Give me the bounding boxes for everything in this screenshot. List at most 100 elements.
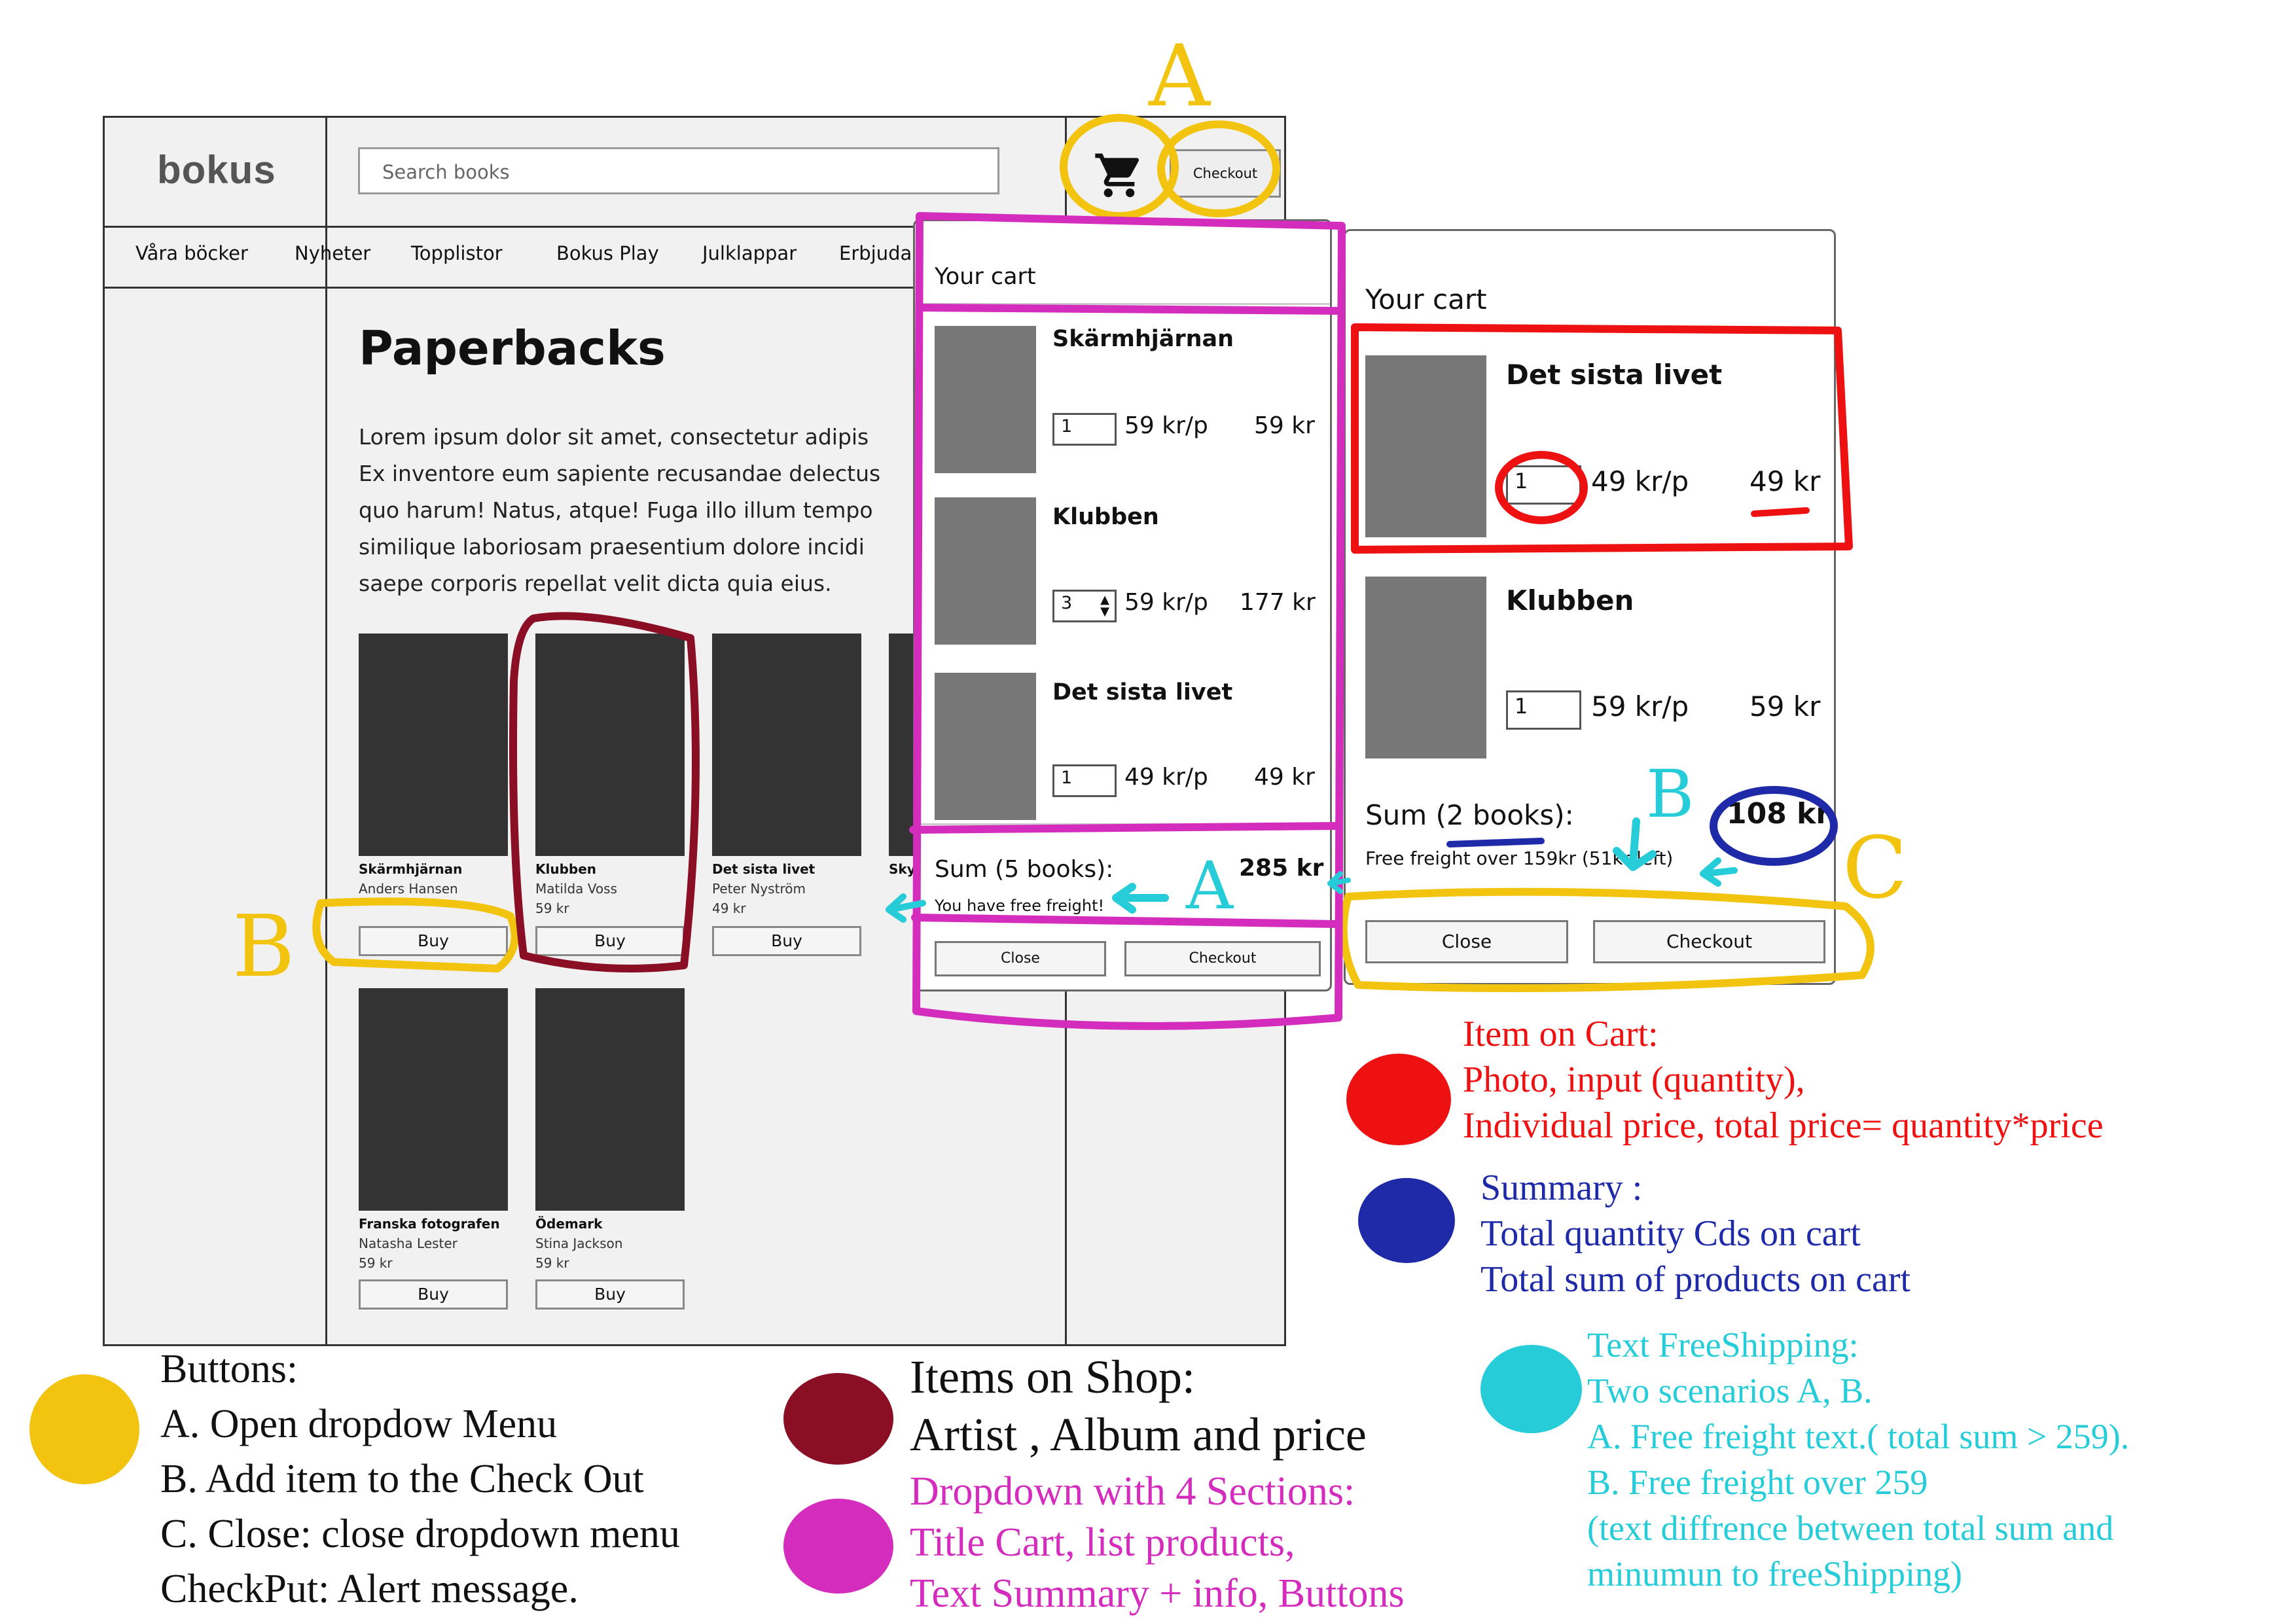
product-price: 59 kr	[535, 1255, 569, 1271]
buy-button[interactable]: Buy	[712, 926, 861, 956]
product-author: Peter Nyström	[712, 881, 806, 897]
free-freight-text: You have free freight!	[935, 897, 1105, 915]
checkout-button[interactable]: Checkout	[1124, 941, 1321, 976]
cart-item-unit-price: 49 kr/p	[1591, 465, 1689, 497]
product-title[interactable]: Det sista livet	[712, 861, 861, 877]
close-button[interactable]: Close	[935, 941, 1106, 976]
nav-item-bokus-play[interactable]: Bokus Play	[556, 242, 659, 264]
legend-dot-magenta	[783, 1499, 893, 1594]
cart-item-name: Det sista livet	[1506, 359, 1723, 391]
cart-item-name: Klubben	[1052, 504, 1159, 530]
book-cover-image[interactable]	[359, 988, 508, 1211]
shopping-cart-icon	[1095, 153, 1139, 198]
annotation-letter-c: C	[1842, 818, 1908, 918]
buy-button[interactable]: Buy	[535, 926, 685, 956]
annotation-letter-a-cart: A	[1186, 847, 1234, 924]
cart-title: Your cart	[935, 264, 1036, 290]
close-button[interactable]: Close	[1365, 920, 1568, 963]
book-cover-image[interactable]	[535, 988, 685, 1211]
annotation-letter-b-cart: B	[1646, 756, 1695, 832]
nav-item-nyheter[interactable]: Nyheter	[295, 242, 370, 264]
legend-dot-yellow	[29, 1374, 139, 1484]
cart-item-name: Klubben	[1506, 584, 1634, 616]
book-cover-image[interactable]	[535, 633, 685, 856]
buy-button[interactable]: Buy	[359, 1279, 508, 1310]
product-author: Anders Hansen	[359, 881, 458, 897]
product-card: Klubben Matilda Voss 59 kr	[535, 633, 685, 916]
cart-item-total: 49 kr	[1749, 465, 1821, 497]
search-input[interactable]: Search books	[358, 147, 999, 194]
product-title[interactable]: Franska fotografen	[359, 1216, 508, 1232]
cart-item-image	[935, 326, 1036, 473]
cart-divider	[915, 823, 1330, 825]
legend-dot-maroon	[783, 1373, 893, 1465]
nav-item-julklappar[interactable]: Julklappar	[702, 242, 797, 264]
annotation-letter-b: B	[232, 897, 295, 996]
cart-dropdown-scenario-b: Your cart Det sista livet 1 49 kr/p 49 k…	[1344, 229, 1836, 985]
legend-dropdown: Dropdown with 4 Sections: Title Cart, li…	[910, 1469, 1405, 1616]
cart-item-quantity-stepper[interactable]: 3 ▲ ▼	[1052, 590, 1117, 622]
product-card: Ödemark Stina Jackson 59 kr	[535, 988, 685, 1271]
cart-sum-value: 285 kr	[1239, 855, 1324, 882]
quantity-value: 3	[1061, 593, 1073, 613]
book-cover-image[interactable]	[359, 633, 508, 856]
cart-item-image	[935, 673, 1036, 820]
buy-button[interactable]: Buy	[359, 926, 508, 956]
header-checkout-button[interactable]: Checkout	[1170, 149, 1281, 198]
cart-item-image	[1365, 577, 1486, 758]
stepper-arrows-icon[interactable]: ▲ ▼	[1100, 594, 1109, 618]
product-title[interactable]: Skärmhjärnan	[359, 861, 508, 877]
cart-item-total: 177 kr	[1240, 589, 1316, 616]
legend-summary: Summary : Total quantity Cds on cart Tot…	[1480, 1168, 1911, 1300]
cart-item-quantity-input[interactable]: 1	[1506, 465, 1581, 505]
legend-free-shipping: Text FreeShipping: Two scenarios A, B. A…	[1587, 1325, 2130, 1594]
cart-dropdown-scenario-a: Your cart Skärmhjärnan 1 59 kr/p 59 kr K…	[913, 219, 1332, 991]
nav-item-erbjudanden[interactable]: Erbjudar	[839, 242, 920, 264]
cart-item-image	[1365, 355, 1486, 537]
product-title[interactable]: Ödemark	[535, 1216, 685, 1232]
cart-sum-label: Sum (5 books):	[935, 856, 1114, 883]
product-card: Skärmhjärnan Anders Hansen	[359, 633, 508, 897]
legend-dot-red	[1346, 1054, 1451, 1145]
product-price: 59 kr	[535, 901, 569, 916]
product-price: 59 kr	[359, 1255, 393, 1271]
legend-buttons: Buttons: A. Open dropdow Menu B. Add ite…	[160, 1347, 680, 1611]
cart-item-unit-price: 59 kr/p	[1591, 690, 1689, 722]
cart-item-unit-price: 59 kr/p	[1124, 589, 1208, 616]
buy-button[interactable]: Buy	[535, 1279, 685, 1310]
cart-item-unit-price: 59 kr/p	[1124, 412, 1208, 439]
page-title: Paperbacks	[359, 321, 666, 376]
cart-sum-label: Sum (2 books):	[1365, 799, 1574, 831]
legend-dot-cyan	[1480, 1345, 1582, 1433]
product-card: Franska fotografen Natasha Lester 59 kr	[359, 988, 508, 1271]
cart-item-image	[935, 497, 1036, 645]
cart-item-quantity-input[interactable]: 1	[1052, 413, 1117, 446]
book-cover-image[interactable]	[712, 633, 861, 856]
left-column-divider	[325, 118, 327, 1344]
product-title[interactable]: Klubben	[535, 861, 685, 877]
cart-item-unit-price: 49 kr/p	[1124, 764, 1208, 791]
cart-item-name: Skärmhjärnan	[1052, 326, 1234, 352]
cart-item-total: 59 kr	[1749, 690, 1821, 722]
cart-item-quantity-input[interactable]: 1	[1506, 690, 1581, 730]
cart-icon[interactable]	[1093, 149, 1145, 202]
product-author: Stina Jackson	[535, 1236, 623, 1251]
cart-item-total: 59 kr	[1254, 412, 1315, 439]
product-card: Det sista livet Peter Nyström 49 kr	[712, 633, 861, 916]
cart-item-total: 49 kr	[1254, 764, 1315, 791]
product-author: Matilda Voss	[535, 881, 617, 897]
legend-item-on-cart: Item on Cart: Photo, input (quantity), I…	[1463, 1014, 2104, 1146]
cart-sum-value: 108 kr	[1727, 797, 1831, 830]
legend-dot-navy	[1358, 1178, 1455, 1263]
product-price: 49 kr	[712, 901, 746, 916]
nav-item-topplistor[interactable]: Topplistor	[411, 242, 503, 264]
bokus-logo[interactable]: bokus	[157, 147, 276, 192]
legend-shop-items: Items on Shop: Artist , Album and price	[910, 1351, 1367, 1461]
checkout-button[interactable]: Checkout	[1593, 920, 1825, 963]
cart-title: Your cart	[1365, 283, 1487, 315]
cart-divider	[915, 303, 1330, 305]
nav-item-vara-bocker[interactable]: Våra böcker	[135, 242, 248, 264]
cart-item-name: Det sista livet	[1052, 679, 1233, 705]
cart-item-quantity-input[interactable]: 1	[1052, 764, 1117, 797]
product-author: Natasha Lester	[359, 1236, 457, 1251]
